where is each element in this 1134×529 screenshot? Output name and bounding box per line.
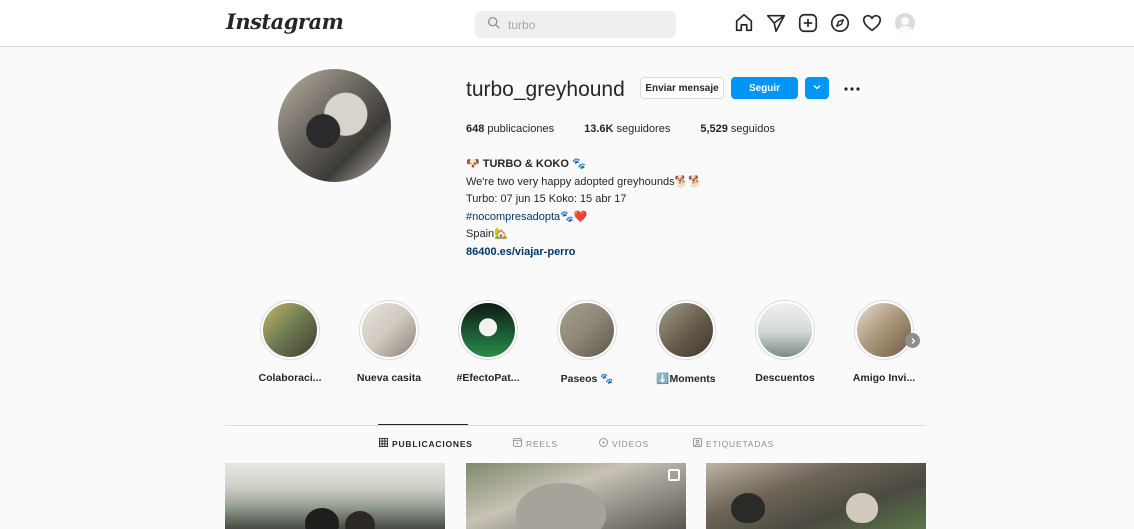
explore-icon[interactable] — [829, 12, 851, 34]
highlight-item[interactable]: ⬇️Moments — [646, 300, 726, 385]
ellipsis-icon — [843, 79, 861, 97]
activity-heart-icon[interactable] — [861, 12, 883, 34]
video-icon — [599, 438, 612, 449]
following-count[interactable]: 5,529 seguidos — [700, 123, 775, 135]
highlight-cover — [263, 303, 317, 357]
tab-videos[interactable]: VÍDEOS — [599, 438, 649, 449]
bio-location: Spain🏡 — [466, 228, 508, 240]
post-image-detail — [846, 493, 878, 523]
post-image-detail — [516, 483, 606, 529]
bio-website-link[interactable]: 86400.es/viajar-perro — [466, 244, 702, 262]
highlight-cover — [758, 303, 812, 357]
send-message-button[interactable]: Enviar mensaje — [640, 77, 724, 99]
highlight-cover — [461, 303, 515, 357]
profile-username: turbo_greyhound — [466, 78, 625, 101]
highlight-item[interactable]: Descuentos — [745, 300, 825, 384]
post-thumbnail[interactable] — [706, 463, 926, 529]
reels-icon — [513, 438, 526, 449]
profile-stats: 648 publicaciones 13.6K seguidores 5,529… — [466, 123, 805, 135]
highlight-label: Nueva casita — [356, 372, 422, 384]
tabs-divider — [225, 425, 925, 426]
highlight-label: ⬇️Moments — [656, 373, 716, 385]
active-tab-indicator — [378, 424, 468, 425]
highlight-cover — [362, 303, 416, 357]
multiple-photos-icon — [668, 469, 680, 481]
tab-etiquetadas[interactable]: ETIQUETADAS — [693, 438, 774, 449]
highlight-item[interactable]: #EfectoPat... — [448, 300, 528, 384]
grid-icon — [379, 438, 392, 449]
new-post-icon[interactable] — [797, 12, 819, 34]
post-thumbnail[interactable] — [225, 463, 445, 529]
profile-avatar[interactable] — [895, 13, 915, 33]
instagram-logo[interactable]: Instagram — [226, 9, 344, 34]
top-navigation-bar: Instagram turbo — [0, 0, 1134, 47]
bio-name: 🐶 TURBO & KOKO 🐾 — [466, 158, 586, 170]
search-icon — [487, 16, 500, 34]
story-highlights: Colaboraci... Nueva casita #EfectoPat...… — [250, 300, 930, 390]
bio-hashtag-link[interactable]: #nocompresadopta — [466, 211, 560, 223]
highlights-next-button[interactable] — [905, 333, 920, 348]
search-input[interactable]: turbo — [475, 11, 676, 38]
highlight-cover — [857, 303, 911, 357]
suggested-accounts-button[interactable] — [805, 77, 829, 99]
home-icon[interactable] — [733, 12, 755, 34]
post-image-detail — [731, 493, 765, 523]
highlight-cover — [659, 303, 713, 357]
highlight-label: Paseos 🐾 — [560, 373, 614, 385]
tagged-icon — [693, 438, 706, 449]
chevron-right-icon — [909, 332, 917, 350]
highlight-label: #EfectoPat... — [456, 372, 520, 384]
post-thumbnail[interactable] — [466, 463, 686, 529]
posts-count: 648 publicaciones — [466, 123, 555, 135]
highlight-label: Descuentos — [755, 372, 815, 384]
follow-button[interactable]: Seguir — [731, 77, 798, 99]
bio-line: We're two very happy adopted greyhounds🐕… — [466, 175, 702, 188]
chevron-down-icon — [812, 79, 822, 97]
nav-icons — [733, 12, 915, 34]
highlight-label: Colaboraci... — [258, 372, 322, 384]
post-image-detail — [345, 511, 375, 529]
highlight-item[interactable]: Colaboraci... — [250, 300, 330, 384]
more-options-button[interactable] — [842, 78, 862, 98]
direct-icon[interactable] — [765, 12, 787, 34]
bio-line: Turbo: 07 jun 15 Koko: 15 abr 17 — [466, 193, 627, 205]
followers-count[interactable]: 13.6K seguidores — [584, 123, 670, 135]
highlight-item[interactable]: Nueva casita — [349, 300, 429, 384]
search-value: turbo — [508, 17, 536, 32]
highlight-label: Amigo Invi... — [852, 372, 916, 384]
post-image-detail — [305, 508, 339, 529]
highlight-cover — [560, 303, 614, 357]
bio-hashtag-line: #nocompresadopta🐾❤️ — [466, 210, 588, 223]
tab-reels[interactable]: REELS — [513, 438, 558, 449]
profile-picture[interactable] — [278, 69, 391, 182]
tab-publicaciones[interactable]: PUBLICACIONES — [379, 438, 473, 449]
profile-bio: 🐶 TURBO & KOKO 🐾 We're two very happy ad… — [466, 156, 702, 261]
highlight-item[interactable]: Paseos 🐾 — [547, 300, 627, 385]
